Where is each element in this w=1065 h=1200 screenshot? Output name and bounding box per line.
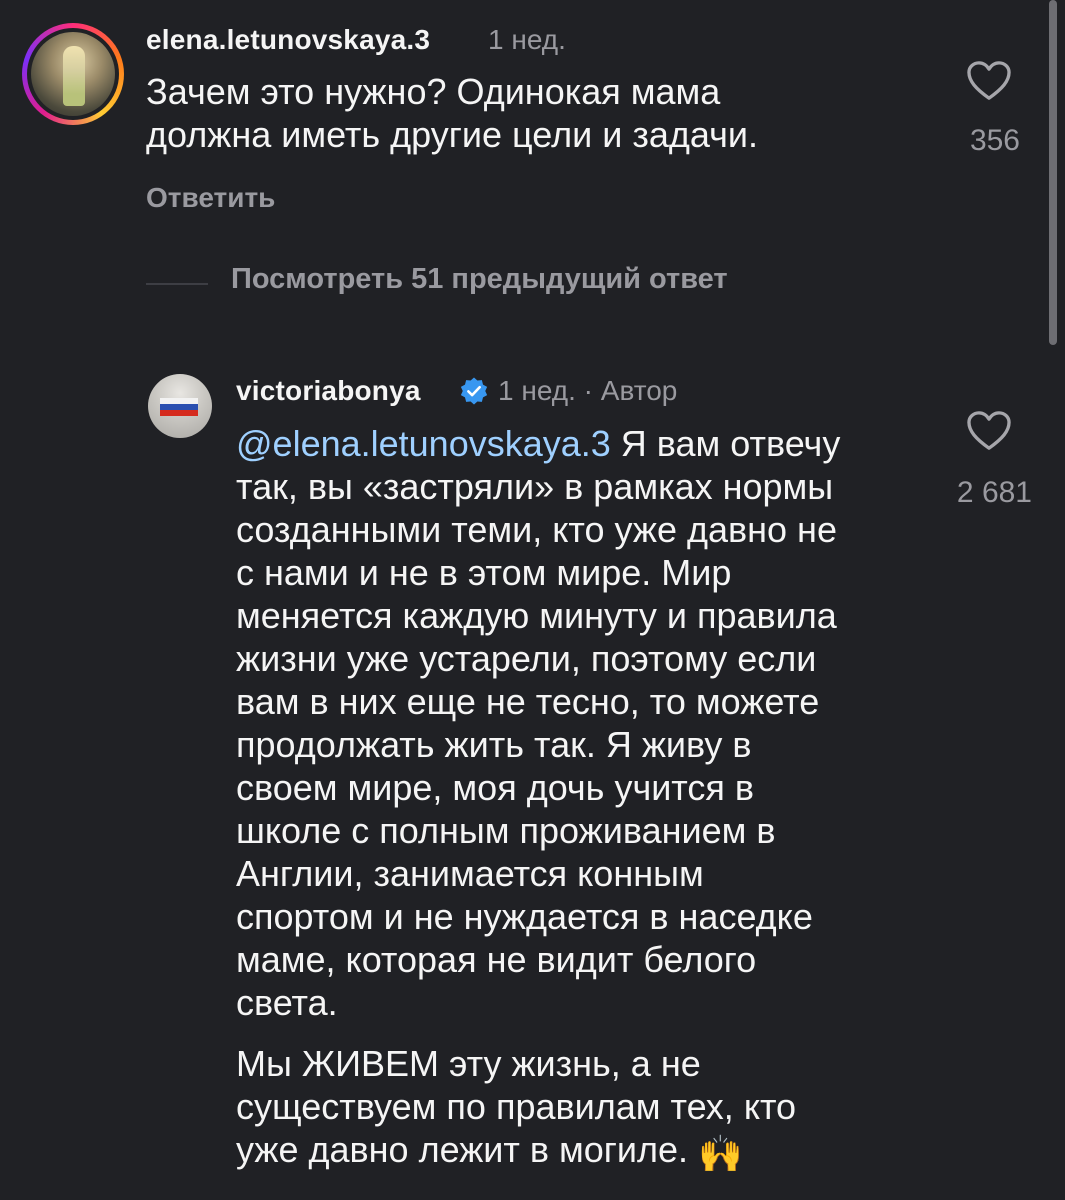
flag-stripe-red (160, 410, 198, 416)
divider (146, 283, 208, 285)
avatar (31, 32, 115, 116)
view-previous-replies-button[interactable]: Посмотреть 51 предыдущий ответ (231, 263, 728, 296)
verified-badge-icon (460, 377, 488, 405)
comment-text: @elena.letunovskaya.3 Я вам отвечу так, … (236, 422, 926, 1024)
reply-button[interactable]: Ответить (146, 182, 275, 214)
comment-text: Зачем это нужно? Одинокая мама должна им… (146, 71, 758, 155)
comment-body: Я вам отвечу так, вы «застряли» в рамках… (236, 423, 841, 1023)
comment-username[interactable]: elena.letunovskaya.3 (146, 24, 430, 56)
comment-username[interactable]: victoriabonya (236, 375, 421, 407)
like-heart-icon[interactable] (966, 60, 1012, 102)
avatar-figure (63, 46, 85, 106)
flag-icon (160, 398, 198, 416)
raising-hands-emoji-icon: 🙌 (698, 1133, 743, 1174)
comment-meta: 1 нед. · Автор (498, 375, 678, 406)
mention-link[interactable]: @elena.letunovskaya.3 (236, 423, 611, 464)
avatar[interactable] (148, 374, 212, 438)
comment-paragraph: Мы ЖИВЕМ эту жизнь, а не существуем по п… (236, 1042, 926, 1172)
comment-time: 1 нед. (488, 24, 566, 55)
story-ring-avatar[interactable] (22, 23, 124, 125)
avatar-border (27, 28, 119, 120)
scrollbar[interactable] (1049, 0, 1057, 345)
like-count: 2 681 (956, 476, 1032, 509)
like-count: 356 (969, 124, 1020, 157)
like-heart-icon[interactable] (966, 410, 1012, 452)
